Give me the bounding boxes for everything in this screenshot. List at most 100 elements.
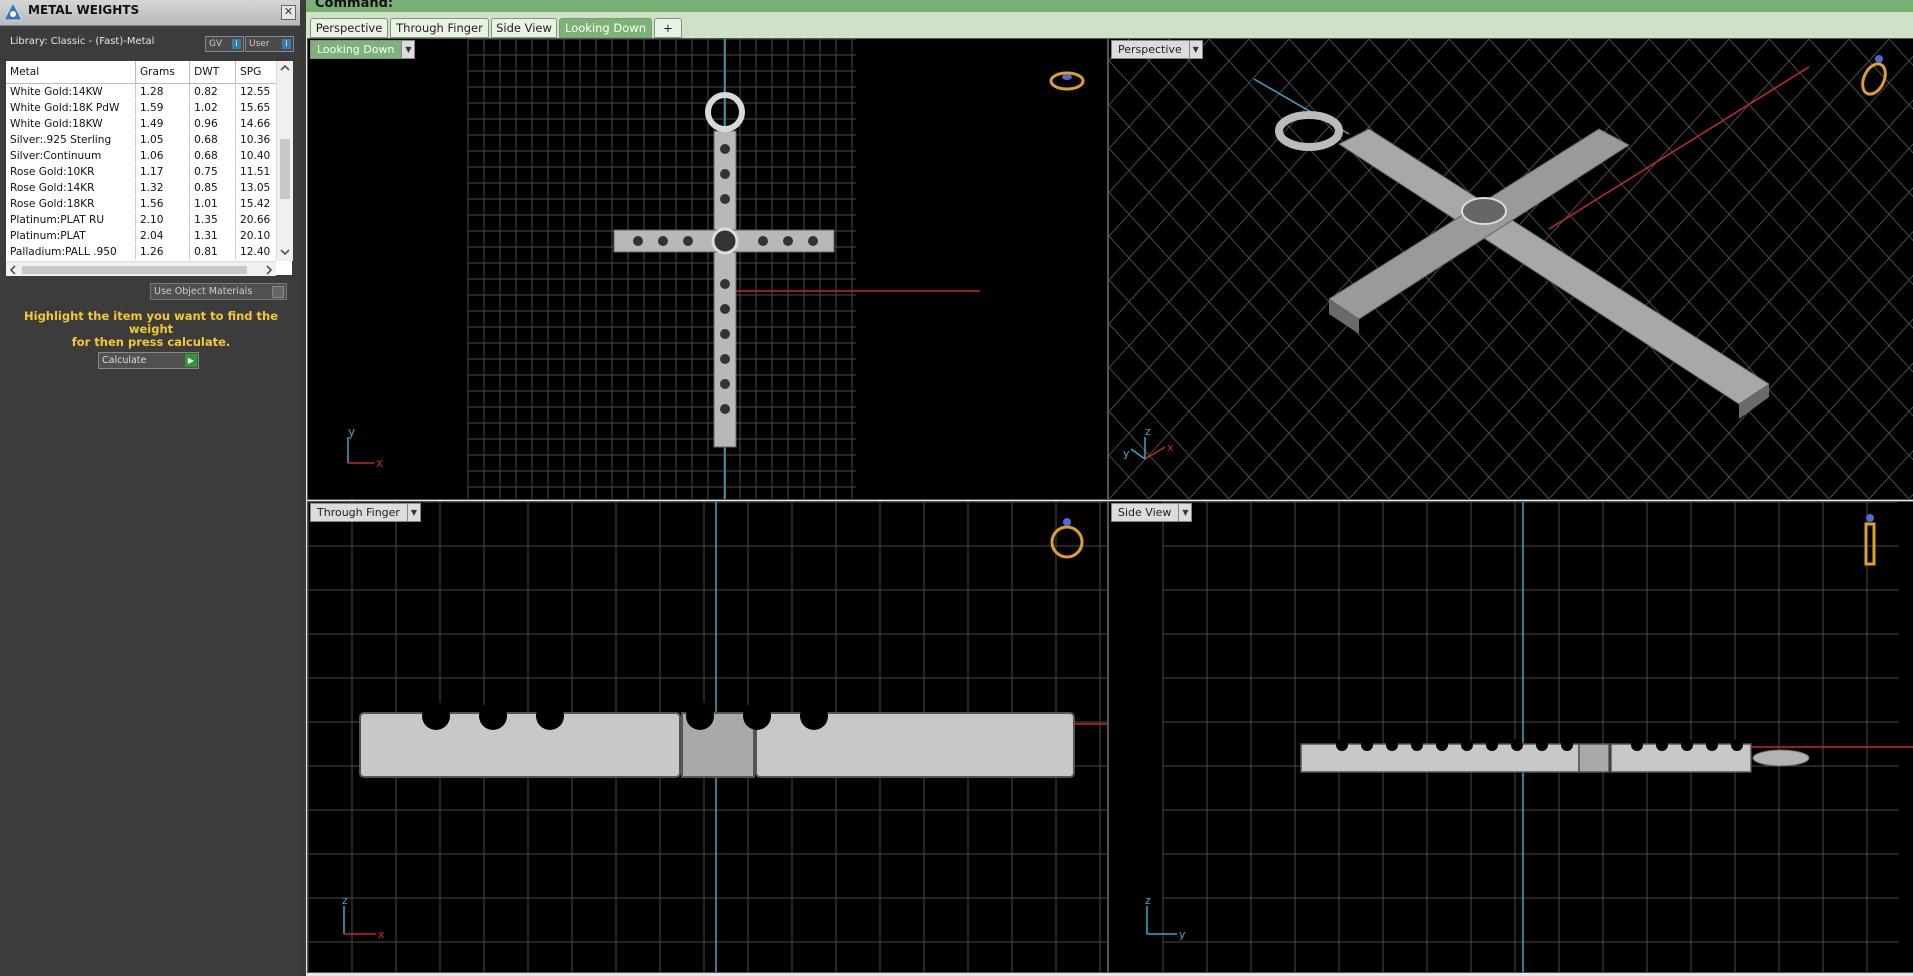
axis-z-label: z	[342, 894, 348, 907]
command-label: Command:	[315, 0, 394, 11]
close-icon[interactable]: ✕	[281, 5, 296, 20]
calculate-label: Calculate	[102, 355, 147, 366]
grams-cell: 1.26	[135, 243, 191, 260]
axis-x-label: x	[376, 456, 383, 470]
tab-through-finger[interactable]: Through Finger	[390, 18, 489, 38]
tab-perspective[interactable]: Perspective	[310, 18, 388, 38]
side-view-canvas: z y	[1145, 502, 1913, 972]
viewport-through-finger[interactable]: z x Through Finger ▼	[307, 501, 1108, 973]
dwt-cell: 0.68	[189, 131, 236, 148]
dropdown-icon[interactable]: ▼	[406, 504, 420, 521]
table-horizontal-scrollbar[interactable]	[6, 261, 276, 276]
viewport-looking-down[interactable]: y x Looking Down ▼	[307, 38, 1108, 500]
table-row[interactable]: White Gold:18KW 1.49 0.96 14.66	[6, 115, 292, 132]
panel-titlebar: METAL WEIGHTS ✕	[0, 0, 300, 26]
metal-cell: Rose Gold:14KR	[6, 179, 136, 196]
dropdown-icon[interactable]: ▼	[401, 41, 415, 58]
metal-cell: Platinum:PLAT RU	[6, 211, 136, 228]
through-finger-canvas: z x	[308, 502, 1107, 972]
metal-cell: Silver:Continuum	[6, 147, 136, 164]
table-row[interactable]: Rose Gold:10KR 1.17 0.75 11.51	[6, 163, 292, 180]
axis-z-label: z	[1145, 425, 1151, 438]
info-icon: i	[282, 39, 291, 49]
metal-cell: White Gold:18K PdW	[6, 99, 136, 116]
grams-cell: 2.10	[135, 211, 191, 228]
viewport-label-through-finger[interactable]: Through Finger ▼	[310, 503, 421, 522]
hint-line-1: Highlight the item you want to find the …	[24, 309, 278, 336]
column-header-grams[interactable]: Grams	[135, 61, 191, 84]
dwt-cell: 0.68	[189, 147, 236, 164]
metal-cell: White Gold:14KW	[6, 83, 136, 100]
metal-cell: Silver:.925 Sterling	[6, 131, 136, 148]
dwt-cell: 0.82	[189, 83, 236, 100]
metal-cell: Palladium:PALL .950	[6, 243, 136, 260]
column-header-metal[interactable]: Metal	[6, 61, 136, 84]
grams-cell: 1.49	[135, 115, 191, 132]
viewport-label-perspective[interactable]: Perspective ▼	[1111, 40, 1203, 59]
user-label: User	[249, 39, 270, 49]
user-toggle[interactable]: User i	[245, 36, 294, 52]
dwt-cell: 1.31	[189, 227, 236, 244]
looking-down-canvas: y x	[347, 39, 1085, 499]
dwt-cell: 0.96	[189, 115, 236, 132]
dropdown-icon[interactable]: ▼	[1188, 41, 1202, 58]
dwt-cell: 1.02	[189, 99, 236, 116]
add-tab-button[interactable]: +	[654, 18, 682, 38]
calculate-button[interactable]: Calculate ▶	[98, 352, 199, 369]
axis-triad-icon	[347, 437, 374, 464]
viewport-area: y x Looking Down ▼ z y x Perspective ▼ z…	[306, 38, 1913, 976]
axis-y-label: y	[1123, 447, 1130, 460]
viewport-label-side-view[interactable]: Side View ▼	[1111, 503, 1193, 522]
scrollbar-track	[9, 265, 273, 275]
metal-weights-panel: METAL WEIGHTS ✕ Library: Classic - (Fast…	[0, 0, 300, 976]
dwt-cell: 0.81	[189, 243, 236, 260]
table-row[interactable]: White Gold:14KW 1.28 0.82 12.55	[6, 83, 292, 100]
tab-side-view[interactable]: Side View	[491, 18, 557, 38]
metal-cell: Rose Gold:18KR	[6, 195, 136, 212]
grams-cell: 1.56	[135, 195, 191, 212]
checkbox-icon	[272, 286, 284, 298]
gv-toggle[interactable]: GV i	[205, 36, 244, 52]
hint-text: Highlight the item you want to find the …	[12, 310, 290, 349]
panel-title: METAL WEIGHTS	[28, 3, 140, 17]
table-row[interactable]: Rose Gold:14KR 1.32 0.85 13.05	[6, 179, 292, 196]
library-label: Library: Classic - (Fast)-Metal	[10, 36, 155, 47]
viewport-label-text: Perspective	[1118, 43, 1182, 56]
table-row[interactable]: Platinum:PLAT RU 2.10 1.35 20.66	[6, 211, 292, 228]
axis-x-label: x	[1167, 441, 1174, 454]
gv-label: GV	[209, 39, 223, 49]
metal-table: Metal Grams DWT SPG White Gold:14KW 1.28 0…	[6, 61, 292, 275]
table-row[interactable]: Silver:.925 Sterling 1.05 0.68 10.36	[6, 131, 292, 148]
metal-cell: Platinum:PLAT	[6, 227, 136, 244]
table-row[interactable]: Palladium:PALL .950 1.26 0.81 12.40	[6, 243, 292, 260]
command-bar[interactable]: Command:	[306, 0, 1913, 12]
viewport-label-looking-down[interactable]: Looking Down ▼	[310, 40, 416, 59]
viewport-perspective[interactable]: z y x Perspective ▼	[1108, 38, 1913, 500]
dwt-cell: 1.01	[189, 195, 236, 212]
dwt-cell: 0.85	[189, 179, 236, 196]
viewport-label-text: Looking Down	[317, 43, 395, 56]
play-icon: ▶	[185, 354, 197, 367]
metal-cell: White Gold:18KW	[6, 115, 136, 132]
axis-triad-icon	[343, 906, 376, 935]
table-vertical-scrollbar[interactable]	[276, 61, 293, 261]
tab-looking-down[interactable]: Looking Down	[559, 18, 652, 38]
perspective-canvas: z y x	[1109, 39, 1913, 499]
axis-y-label: y	[348, 425, 355, 439]
dwt-cell: 1.35	[189, 211, 236, 228]
use-object-materials-checkbox[interactable]: Use Object Materials	[150, 283, 287, 300]
table-row[interactable]: Rose Gold:18KR 1.56 1.01 15.42	[6, 195, 292, 212]
cross-perspective	[1275, 111, 1770, 419]
grams-cell: 1.28	[135, 83, 191, 100]
metal-cell: Rose Gold:10KR	[6, 163, 136, 180]
viewport-side-view[interactable]: z y Side View ▼	[1108, 501, 1913, 973]
table-row[interactable]: Silver:Continuum 1.06 0.68 10.40	[6, 147, 292, 164]
column-header-dwt[interactable]: DWT	[189, 61, 236, 84]
table-row[interactable]: Platinum:PLAT 2.04 1.31 20.10	[6, 227, 292, 244]
table-row[interactable]: White Gold:18K PdW 1.59 1.02 15.65	[6, 99, 292, 116]
dropdown-icon[interactable]: ▼	[1178, 504, 1192, 521]
viewport-label-text: Through Finger	[317, 506, 400, 519]
grams-cell: 1.32	[135, 179, 191, 196]
app-logo-icon	[3, 1, 23, 21]
dwt-cell: 0.75	[189, 163, 236, 180]
